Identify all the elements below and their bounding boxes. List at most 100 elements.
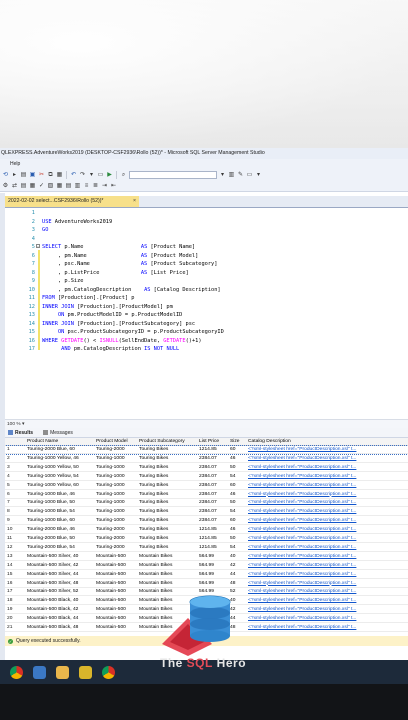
catalog-description-link[interactable]: <?xml-stylesheet href="ProductDescriptio… [248,517,406,525]
catalog-description-link[interactable]: <?xml-stylesheet href="ProductDescriptio… [248,446,406,454]
more-icon[interactable]: ▾ [255,172,262,179]
properties-icon[interactable]: ▥ [228,172,235,179]
results-grid-icon[interactable]: ▦ [56,183,63,190]
table-cell: Touring Bikes [139,464,169,470]
navigate-forward-icon[interactable]: ▸ [11,172,18,179]
table-cell: 564.99 [199,571,214,577]
catalog-description-link[interactable]: <?xml-stylesheet href="ProductDescriptio… [248,588,406,596]
table-row[interactable]: 1 Touring-2000 Blue, 60 Touring-2000 Tourin… [5,445,408,455]
row-number: 6 [7,491,10,497]
table-row[interactable]: 15 Mountain-500 Silver, 44 Mountain-500 Mou… [5,571,408,579]
column-header[interactable]: Catalog Description [248,438,406,446]
combo-chevron-icon[interactable]: ▾ [219,172,226,179]
save-icon[interactable]: ▣ [29,172,36,179]
menu-bar: Help [0,159,408,169]
table-cell: Touring Bikes [139,482,169,488]
folder-icon[interactable] [56,665,69,679]
column-header[interactable]: Size [230,438,247,446]
catalog-description-link[interactable]: <?xml-stylesheet href="ProductDescriptio… [248,482,406,490]
wrench-icon[interactable]: ✎ [237,172,244,179]
close-icon[interactable]: × [133,196,136,207]
brand-sql: SQL [186,656,213,670]
catalog-description-link[interactable]: <?xml-stylesheet href="ProductDescriptio… [248,606,406,614]
new-query-icon[interactable]: ▭ [97,172,104,179]
table-row[interactable]: 11 Touring-2000 Blue, 50 Touring-2000 Touri… [5,535,408,543]
chrome-icon[interactable] [102,665,115,679]
line-number: 4 [31,235,35,242]
table-row[interactable]: 5 Touring-1000 Yellow, 60 Touring-1000 Tour… [5,482,408,490]
table-row[interactable]: 8 Touring-1000 Blue, 54 Touring-1000 Tourin… [5,508,408,517]
table-row[interactable]: 16 Mountain-500 Silver, 48 Mountain-500 Mou… [5,580,408,588]
copy-icon[interactable]: ⧉ [47,172,54,179]
window-layout-icon[interactable]: ▭ [246,172,253,179]
table-row[interactable]: 10 Touring-2000 Blue, 46 Touring-2000 Touri… [5,526,408,535]
catalog-description-link[interactable]: <?xml-stylesheet href="ProductDescriptio… [248,553,406,561]
column-header[interactable]: Product Name [27,438,95,446]
catalog-description-link[interactable]: <?xml-stylesheet href="ProductDescriptio… [248,580,406,588]
results-file-icon[interactable]: ▥ [74,183,81,190]
catalog-description-link[interactable]: <?xml-stylesheet href="ProductDescriptio… [248,464,406,472]
table-row[interactable]: 13 Mountain-500 Silver, 40 Mountain-500 Mou… [5,553,408,561]
column-header[interactable]: List Price [199,438,229,446]
results-text-icon[interactable]: ▤ [65,183,72,190]
change-connection-icon[interactable]: ⇄ [11,183,18,190]
dropdown-icon[interactable]: ▾ [88,172,95,179]
query-options-icon[interactable]: ▦ [29,183,36,190]
undo-icon[interactable]: ↶ [70,172,77,179]
redo-icon[interactable]: ↷ [79,172,86,179]
uncomment-icon[interactable]: ≣ [92,183,99,190]
catalog-description-link[interactable]: <?xml-stylesheet href="ProductDescriptio… [248,499,406,507]
table-cell: Touring Bikes [139,509,169,515]
indent-icon[interactable]: ⇥ [101,183,108,190]
chrome-icon[interactable] [10,665,23,679]
document-tab[interactable]: 2022-02-02 select...CSF2936\Rollo (52))*… [5,196,139,207]
comment-icon[interactable]: ≡ [83,183,90,190]
query-editor[interactable]: − 1 2 3 4 5 6 7 8 9 10 11 12 13 14 15 16… [5,207,408,419]
catalog-description-link[interactable]: <?xml-stylesheet href="ProductDescriptio… [248,624,406,632]
catalog-description-link[interactable]: <?xml-stylesheet href="ProductDescriptio… [248,535,406,543]
table-row[interactable]: 12 Touring-2000 Blue, 54 Touring-2000 Touri… [5,544,408,552]
monitor-icon[interactable] [33,665,46,679]
table-row[interactable]: 9 Touring-1000 Blue, 60 Touring-1000 Tourin… [5,517,408,526]
catalog-description-link[interactable]: <?xml-stylesheet href="ProductDescriptio… [248,615,406,623]
plan-icon[interactable]: ▧ [47,183,54,190]
column-header[interactable]: Product Subcategory [139,438,199,446]
table-row[interactable]: 4 Touring-1000 Yellow, 54 Touring-1000 Tour… [5,473,408,481]
open-file-icon[interactable]: ▤ [20,172,27,179]
database-icon[interactable]: ▤ [20,183,27,190]
status-message: Query executed successfully. [16,638,81,644]
catalog-description-link[interactable]: <?xml-stylesheet href="ProductDescriptio… [248,508,406,516]
menu-help[interactable]: Help [10,161,20,167]
table-row[interactable]: 6 Touring-1000 Blue, 46 Touring-1000 Tourin… [5,491,408,499]
catalog-description-link[interactable]: <?xml-stylesheet href="ProductDescriptio… [248,526,406,534]
search-icon[interactable]: ⌕ [120,172,127,179]
catalog-description-link[interactable]: <?xml-stylesheet href="ProductDescriptio… [248,473,406,481]
outdent-icon[interactable]: ⇤ [110,183,117,190]
paste-icon[interactable]: ▦ [56,172,63,179]
column-header[interactable]: Product Model [96,438,139,446]
table-row[interactable]: 14 Mountain-500 Silver, 42 Mountain-500 Mou… [5,562,408,570]
table-cell: Touring-1000 Yellow, 54 [27,473,79,479]
navigate-back-icon[interactable]: ⟲ [2,172,9,179]
table-row[interactable]: 3 Touring-1000 Yellow, 50 Touring-1000 Tour… [5,464,408,472]
zoom-dropdown-icon[interactable]: ▾ [22,422,24,427]
table-cell: Touring-1000 Blue, 50 [27,500,75,506]
catalog-description-link[interactable]: <?xml-stylesheet href="ProductDescriptio… [248,597,406,605]
collapse-icon[interactable]: − [36,244,40,248]
catalog-description-link[interactable]: <?xml-stylesheet href="ProductDescriptio… [248,571,406,579]
table-cell: Mountain Bikes [139,562,173,568]
cut-icon[interactable]: ✂ [38,172,45,179]
tab-results[interactable]: Results [8,428,33,437]
tab-messages[interactable]: Messages [43,428,73,437]
catalog-description-link[interactable]: <?xml-stylesheet href="ProductDescriptio… [248,455,406,463]
debug-icon[interactable]: ▶ [106,172,113,179]
table-row[interactable]: 7 Touring-1000 Blue, 50 Touring-1000 Tourin… [5,499,408,508]
catalog-description-link[interactable]: <?xml-stylesheet href="ProductDescriptio… [248,544,406,552]
catalog-description-link[interactable]: <?xml-stylesheet href="ProductDescriptio… [248,491,406,499]
parse-icon[interactable]: ✓ [38,183,45,190]
search-combo[interactable] [129,171,217,179]
connect-icon[interactable]: ⚙ [2,183,9,190]
ssms-icon[interactable] [79,665,92,679]
table-row[interactable]: 2 Touring-1000 Yellow, 46 Touring-1000 Tour… [5,455,408,463]
catalog-description-link[interactable]: <?xml-stylesheet href="ProductDescriptio… [248,562,406,570]
